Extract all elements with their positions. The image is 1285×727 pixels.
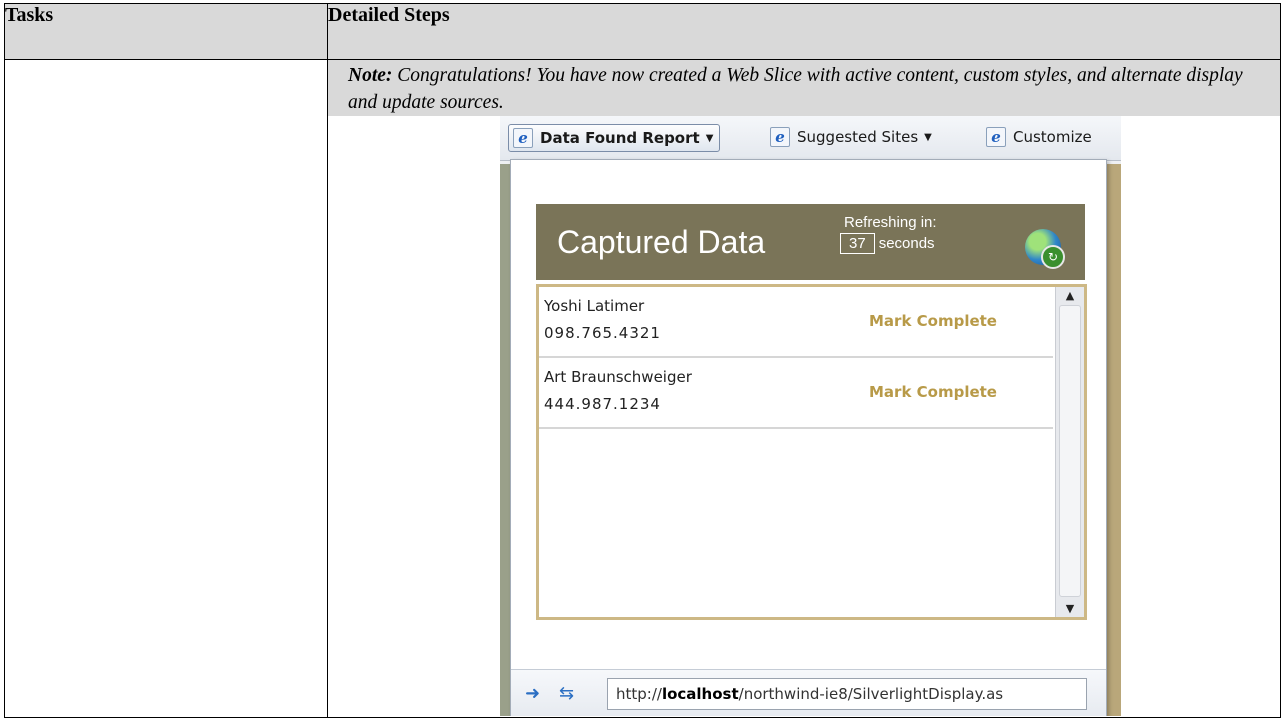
list-item: Yoshi Latimer 098.765.4321 Mark Complete [539,287,1053,358]
captured-data-list: Yoshi Latimer 098.765.4321 Mark Complete… [536,284,1087,620]
note-text: Congratulations! You have now created a … [348,65,1243,113]
note-paragraph: Note: Congratulations! You have now crea… [328,60,1280,116]
popup-status-bar: ➜ ⇆ http://localhost/northwind-ie8/Silve… [511,669,1106,716]
scroll-thumb[interactable] [1059,305,1081,597]
seconds-label: seconds [878,235,935,252]
table-row: Note: Congratulations! You have now crea… [4,59,1281,718]
list-item: Art Braunschweiger 444.987.1234 Mark Com… [539,358,1053,429]
contact-name: Art Braunschweiger [544,368,692,386]
embedded-screenshot: e Data Found Report ▼ e Suggested Sites … [500,116,1121,716]
document-table: Tasks Detailed Steps Note: Congratulatio… [4,3,1281,718]
contact-phone: 444.987.1234 [544,395,661,413]
seconds-value: 37 [840,233,875,254]
note-label: Note: [348,65,393,86]
favorite-label: Suggested Sites [797,128,919,146]
url-field[interactable]: http://localhost/northwind-ie8/Silverlig… [607,678,1087,710]
contact-phone: 098.765.4321 [544,324,661,342]
refresh-arrow-icon: ↻ [1041,245,1065,269]
globe-refresh-icon[interactable]: ↻ [1025,229,1065,269]
contact-name: Yoshi Latimer [544,297,645,315]
screenshot-container: e Data Found Report ▼ e Suggested Sites … [328,116,1280,717]
scroll-down-icon[interactable]: ▼ [1056,602,1084,615]
favorite-label: Data Found Report [540,129,700,147]
favorite-label: Customize [1013,128,1092,146]
detailed-steps-column-header: Detailed Steps [327,3,1281,60]
chevron-down-icon: ▼ [924,131,932,143]
ie-icon: e [986,127,1006,147]
favorite-customize[interactable]: e Customize [986,124,1092,150]
scroll-up-icon[interactable]: ▲ [1056,289,1084,302]
tasks-column-header: Tasks [4,3,328,60]
vertical-scrollbar[interactable]: ▲ ▼ [1055,287,1084,617]
panel-title: Captured Data [557,224,766,260]
refresh-label: Refreshing in: [844,214,937,231]
table-header-row: Tasks Detailed Steps [4,3,1281,60]
refresh-arrows-icon[interactable]: ⇆ [559,683,574,704]
tasks-cell [4,59,328,718]
go-arrow-icon[interactable]: ➜ [525,683,540,704]
favorite-data-found-report[interactable]: e Data Found Report ▼ [508,124,721,152]
favorite-suggested-sites[interactable]: e Suggested Sites ▼ [770,124,932,150]
panel-header: Captured Data Refreshing in: 37 seconds … [536,204,1085,280]
detailed-steps-cell: Note: Congratulations! You have now crea… [327,59,1281,718]
favorites-bar: e Data Found Report ▼ e Suggested Sites … [500,116,1121,161]
web-slice-popup: Captured Data Refreshing in: 37 seconds … [510,159,1107,716]
refresh-indicator: Refreshing in: 37 seconds [840,214,937,254]
ie-icon: e [513,128,533,148]
ie-icon: e [770,127,790,147]
mark-complete-link[interactable]: Mark Complete [869,312,997,330]
mark-complete-link[interactable]: Mark Complete [869,383,997,401]
chevron-down-icon: ▼ [705,132,714,144]
